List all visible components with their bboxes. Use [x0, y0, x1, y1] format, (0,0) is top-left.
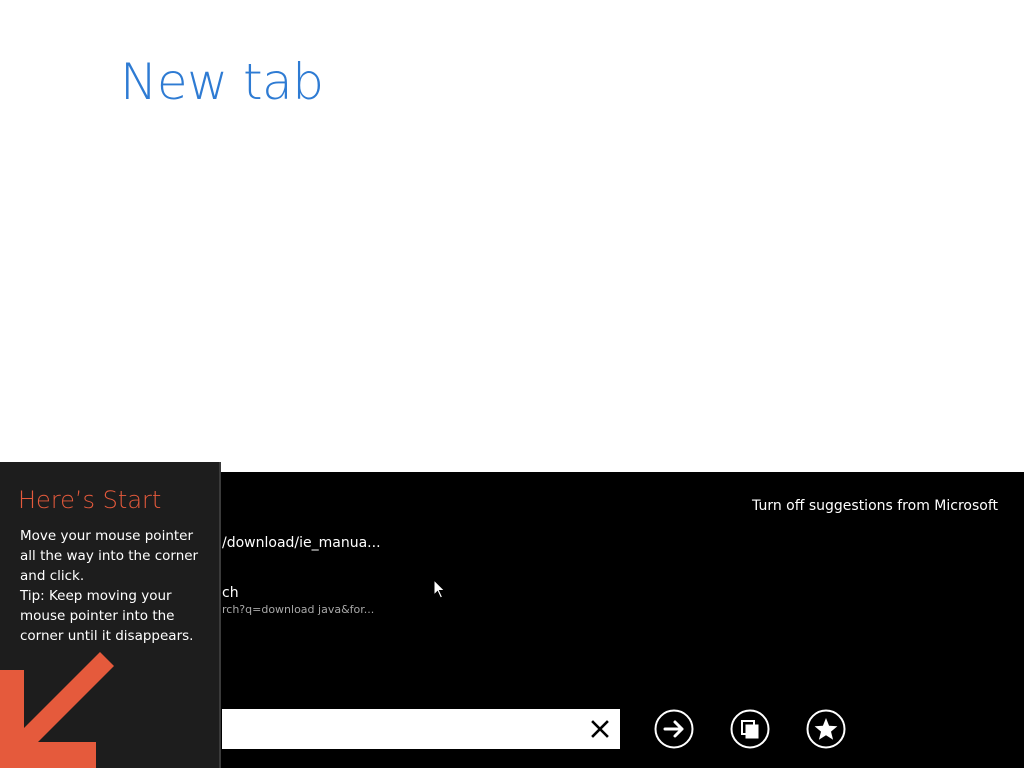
start-tip-body: Move your mouse pointer all the way into… [20, 526, 210, 646]
star-icon [806, 709, 846, 749]
suggestion-url: rch?q=download java&for... [222, 603, 375, 616]
go-button[interactable] [654, 709, 694, 749]
address-input[interactable] [222, 709, 582, 749]
start-tip-instruction: Move your mouse pointer all the way into… [20, 528, 199, 584]
close-icon [591, 720, 609, 738]
suggestion-item[interactable]: ch rch?q=download java&for... [222, 584, 374, 618]
turn-off-suggestions-link[interactable]: Turn off suggestions from Microsoft [752, 498, 998, 514]
suggestion-title: /download/ie_manua... [222, 535, 381, 551]
tabs-icon [730, 709, 770, 749]
mouse-cursor-icon [433, 579, 446, 599]
arrow-right-icon [654, 709, 694, 749]
start-tip-panel: Here’s Start Move your mouse pointer all… [0, 462, 221, 768]
clear-address-button[interactable] [588, 717, 612, 741]
page-title: New tab [120, 53, 324, 111]
address-bar [222, 709, 620, 749]
suggestion-item[interactable]: /download/ie_manua... [222, 534, 381, 552]
suggestion-title: ch [222, 585, 239, 601]
tabs-button[interactable] [730, 709, 770, 749]
start-tip-title: Here’s Start [18, 486, 162, 514]
favorites-button[interactable] [806, 709, 846, 749]
corner-arrow-icon [0, 652, 114, 768]
start-tip-hint: Tip: Keep moving your mouse pointer into… [20, 588, 194, 644]
